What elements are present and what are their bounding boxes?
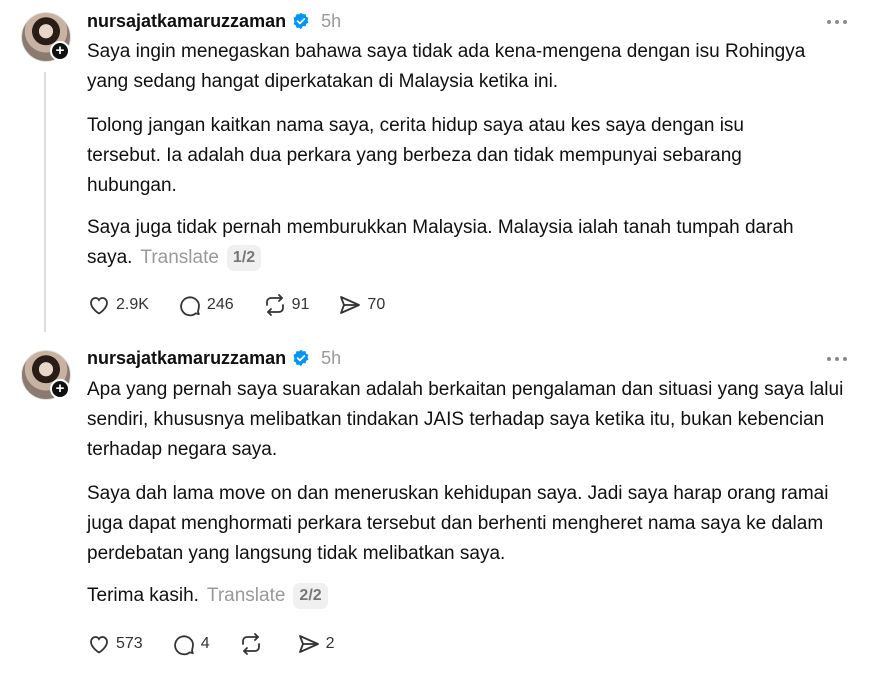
username[interactable]: nursajatkamaruzzaman bbox=[87, 348, 286, 369]
comment-icon bbox=[180, 296, 200, 317]
share-count: 70 bbox=[367, 296, 386, 313]
reply-count: 4 bbox=[200, 635, 210, 652]
translate-link[interactable]: Translate bbox=[207, 585, 286, 606]
repost-icon bbox=[241, 633, 260, 655]
like-button[interactable]: 573 bbox=[87, 632, 143, 656]
share-icon bbox=[340, 296, 361, 314]
share-button[interactable]: 2 bbox=[297, 632, 335, 656]
post-text-3: Saya juga tidak pernah memburukkan Malay… bbox=[87, 213, 827, 273]
post-time: 5h bbox=[321, 347, 342, 368]
like-button[interactable]: 2.9K bbox=[87, 293, 149, 317]
post-text-1: Saya ingin menegaskan bahawa saya tidak … bbox=[87, 41, 806, 92]
page-indicator: 1/2 bbox=[226, 245, 262, 271]
post-text-2: Saya dah lama move on dan meneruskan keh… bbox=[87, 483, 829, 564]
repost-button[interactable]: 91 bbox=[263, 293, 310, 317]
like-count: 573 bbox=[116, 635, 143, 652]
post-text-1: Apa yang pernah saya suarakan adalah ber… bbox=[87, 379, 844, 460]
reply-button[interactable]: 4 bbox=[172, 632, 210, 656]
post-text-2: Tolong jangan kaitkan nama saya, cerita … bbox=[87, 115, 744, 196]
post-text-3: Terima kasih. Translate 2/2 bbox=[87, 581, 847, 611]
verified-badge-icon bbox=[293, 349, 309, 367]
follow-plus-icon[interactable]: + bbox=[50, 41, 70, 61]
post-header: nursajatkamaruzzaman 5h bbox=[87, 346, 341, 370]
repost-button[interactable] bbox=[239, 632, 268, 656]
share-button[interactable]: 70 bbox=[338, 293, 385, 317]
post-time: 5h bbox=[321, 10, 342, 31]
heart-icon bbox=[90, 297, 108, 315]
more-options-icon[interactable] bbox=[827, 357, 847, 361]
share-count: 2 bbox=[325, 635, 335, 652]
avatar[interactable]: + bbox=[21, 12, 71, 62]
more-options-icon[interactable] bbox=[827, 20, 847, 24]
page-indicator: 2/2 bbox=[293, 583, 328, 609]
thread-line bbox=[44, 72, 46, 332]
comment-icon bbox=[173, 635, 194, 656]
reply-count: 246 bbox=[206, 296, 234, 313]
post-header: nursajatkamaruzzaman 5h bbox=[87, 9, 341, 33]
repost-count: 91 bbox=[291, 296, 310, 313]
share-icon bbox=[298, 635, 319, 653]
action-bar: 573 4 2 bbox=[87, 632, 364, 656]
action-bar: 2.9K 246 91 70 bbox=[87, 293, 414, 317]
like-count: 2.9K bbox=[116, 296, 149, 313]
reply-button[interactable]: 246 bbox=[178, 293, 234, 317]
follow-plus-icon[interactable]: + bbox=[50, 379, 70, 399]
translate-link[interactable]: Translate bbox=[140, 247, 219, 268]
username[interactable]: nursajatkamaruzzaman bbox=[87, 11, 286, 32]
repost-icon bbox=[265, 294, 284, 316]
verified-badge-icon bbox=[293, 12, 309, 30]
post-text-3-body: Terima kasih. bbox=[87, 585, 199, 606]
avatar[interactable]: + bbox=[21, 350, 71, 400]
heart-icon bbox=[90, 636, 108, 654]
